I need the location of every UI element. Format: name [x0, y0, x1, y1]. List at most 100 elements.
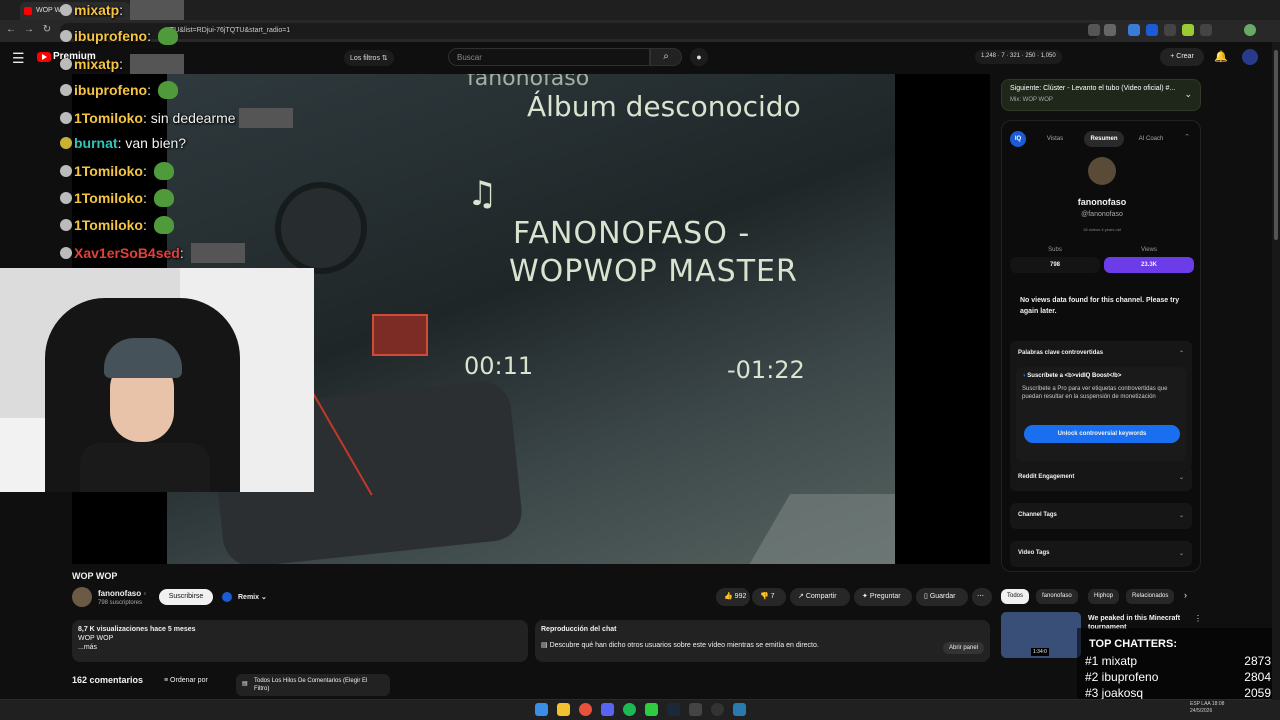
obs-icon[interactable] — [711, 703, 724, 716]
chevron-right-icon[interactable]: › — [1184, 590, 1187, 600]
chrome-icon[interactable] — [579, 703, 592, 716]
video-elapsed-time: 00:11 — [464, 352, 534, 380]
hamburger-menu-icon[interactable]: ☰ — [12, 50, 25, 67]
youtube-logo-icon[interactable] — [37, 52, 51, 62]
recommendation-duration: 1:34:0 — [1031, 648, 1049, 656]
recommendation-thumbnail[interactable]: 1:34:0 — [1001, 612, 1081, 658]
chat-message: : — [119, 2, 127, 18]
app-icon[interactable] — [733, 703, 746, 716]
sort-comments-button[interactable]: ≡ Ordenar por — [164, 677, 208, 684]
chip-todos[interactable]: Todos — [1001, 589, 1030, 604]
description-more[interactable]: ...más — [78, 644, 522, 651]
ask-button[interactable]: ✦ Preguntar — [854, 588, 912, 606]
forward-icon[interactable]: → — [22, 23, 36, 37]
more-vert-icon[interactable]: ⋮ — [1194, 614, 1202, 623]
chevron-up-icon[interactable]: ⌃ — [1179, 350, 1184, 357]
scrollbar-thumb[interactable] — [1274, 50, 1278, 240]
chat-message: : sin dedearme — [142, 110, 236, 126]
chevron-down-icon[interactable]: ⌄ — [1184, 89, 1192, 100]
video-artist-text: fanonofaso — [467, 74, 590, 91]
account-avatar[interactable] — [1242, 49, 1258, 65]
tab-resumen[interactable]: Resumen — [1084, 131, 1124, 147]
top-chatter-name: #2 ibuprofeno — [1085, 670, 1159, 684]
channel-name[interactable]: fanonofaso ◦ — [98, 589, 146, 598]
remix-button[interactable]: Remix ⌄ — [220, 589, 275, 605]
description-box[interactable]: 8,7 K visualizaciones hace 5 meses WOP W… — [72, 620, 528, 662]
chat-username: 1Tomiloko — [74, 217, 143, 233]
pepe-emote-icon — [153, 216, 174, 234]
more-actions-icon[interactable]: ⋯ — [972, 588, 992, 606]
tab-vistas[interactable]: Vistas — [1038, 131, 1072, 147]
extension-icon[interactable] — [1182, 24, 1194, 36]
chat-badge-icon — [60, 4, 72, 16]
chip-hiphop[interactable]: Hiphop — [1088, 589, 1120, 604]
windows-taskbar — [0, 699, 1280, 720]
chevron-down-icon[interactable]: ⌄ — [1179, 512, 1184, 519]
top-chatters-title: TOP CHATTERS: — [1089, 638, 1178, 650]
chevron-down-icon[interactable]: ⌄ — [1179, 550, 1184, 557]
overlay-chat-line: Xav1erSoB4sed: — [60, 243, 245, 263]
overlay-chat-line: ibuprofeno: — [60, 27, 178, 45]
notifications-bell-icon[interactable]: 🔔 — [1214, 50, 1228, 63]
channel-avatar[interactable] — [72, 587, 92, 607]
extension-icon[interactable] — [1128, 24, 1140, 36]
profile-icon[interactable] — [1244, 24, 1256, 36]
unlock-keywords-button[interactable]: Unlock controversial keywords — [1024, 425, 1180, 443]
views-value[interactable]: 23.3K — [1104, 257, 1194, 273]
chat-badge-icon — [60, 58, 72, 70]
tab-ai-coach[interactable]: AI Coach — [1130, 131, 1172, 147]
app-icon[interactable] — [689, 703, 702, 716]
chip-relacionados[interactable]: Relacionados — [1126, 589, 1174, 604]
comments-count: 162 comentarios — [72, 675, 144, 685]
open-panel-button[interactable]: Abrir panel — [942, 642, 984, 654]
search-icon[interactable]: ⌕ — [650, 48, 682, 66]
chevron-down-icon[interactable]: ⌄ — [1179, 474, 1184, 481]
subscribe-button[interactable]: Suscribirse — [159, 589, 213, 605]
discord-icon[interactable] — [601, 703, 614, 716]
video-tags-title: Video Tags — [1018, 550, 1050, 556]
extension-vidiq-icon[interactable] — [1146, 24, 1158, 36]
video-song-title-line2: WOPWOP MASTER — [509, 254, 798, 289]
up-next-mix: Mix: WOP WOP — [1010, 97, 1053, 103]
video-remaining-time: -01:22 — [727, 356, 805, 384]
game-app-icon[interactable] — [645, 703, 658, 716]
back-icon[interactable]: ← — [4, 23, 18, 37]
chat-badge-icon — [60, 165, 72, 177]
save-button[interactable]: ▯ Guardar — [916, 588, 968, 606]
steam-icon[interactable] — [667, 703, 680, 716]
reddit-section[interactable]: Reddit Engagement ⌄ — [1010, 465, 1192, 491]
windows-start-icon[interactable] — [535, 703, 548, 716]
create-button[interactable]: + Crear — [1160, 48, 1204, 66]
extensions-puzzle-icon[interactable] — [1200, 24, 1212, 36]
star-icon[interactable] — [1104, 24, 1116, 36]
chevron-up-icon[interactable]: ⌃ — [1184, 133, 1190, 141]
subs-value: 798 — [1010, 257, 1100, 273]
chip-fanonofaso[interactable]: fanonofaso — [1036, 589, 1078, 604]
up-next-card[interactable]: Siguiente: Clúster - Levanto el tubo (Vi… — [1001, 79, 1201, 111]
chat-badge-icon — [60, 247, 72, 259]
extension-stats-bar[interactable]: 1,248 · 7 · 321 · 250 · 1,050 — [975, 50, 1062, 64]
video-tags-section[interactable]: Video Tags ⌄ — [1010, 541, 1192, 567]
channel-subscribers: 798 suscriptores — [98, 600, 143, 606]
like-button[interactable]: 👍 992 — [716, 588, 750, 606]
cast-icon[interactable] — [1088, 24, 1100, 36]
clock-date: 24/5/2026 — [1190, 708, 1213, 714]
search-input[interactable]: Buscar — [448, 48, 650, 66]
filters-button[interactable]: Los filtros ⇅ — [344, 50, 394, 66]
spotify-icon[interactable] — [623, 703, 636, 716]
share-button[interactable]: ↗ Compartir — [790, 588, 850, 606]
system-tray[interactable]: ESP LAA 18:08 24/5/2026 — [1190, 701, 1224, 715]
dislike-button[interactable]: 👎 7 — [752, 588, 786, 606]
views-label: Views — [1141, 247, 1157, 253]
file-explorer-icon[interactable] — [557, 703, 570, 716]
clock-time: 18:08 — [1211, 701, 1225, 707]
vidiq-channel-avatar — [1088, 157, 1116, 185]
vidiq-channel-name: fanonofaso — [1077, 197, 1127, 207]
previous-track-icon — [372, 314, 428, 356]
comment-threads-filter[interactable]: ▤ Todos Los Hilos De Comentarios (Elegir … — [236, 674, 390, 696]
reload-icon[interactable]: ↻ — [40, 23, 54, 37]
microphone-icon[interactable]: ● — [690, 48, 708, 66]
extension-icon[interactable] — [1164, 24, 1176, 36]
pepe-emote-icon — [157, 81, 178, 99]
channel-tags-section[interactable]: Channel Tags ⌄ — [1010, 503, 1192, 529]
